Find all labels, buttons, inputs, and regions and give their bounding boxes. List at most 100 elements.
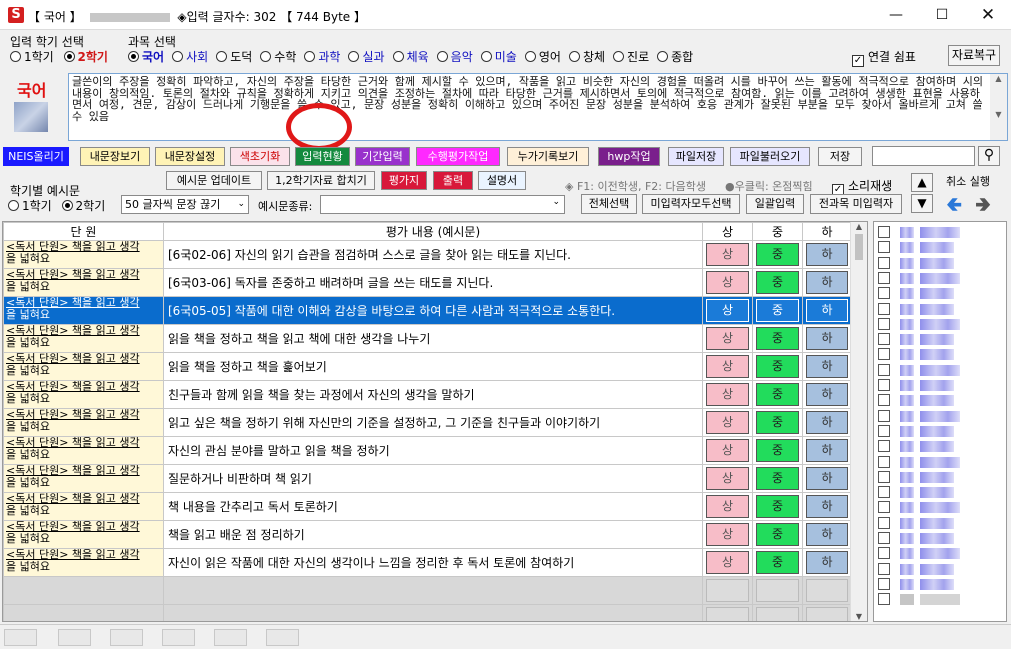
subject-radio-5[interactable]: 실과 [348,48,385,65]
student-checkbox[interactable] [878,379,890,391]
input-status-button[interactable]: 입력현황 [295,147,350,166]
table-row[interactable]: <독서 단원> 책을 읽고 생각 을 넓혀요 질문하거나 비판하며 책 읽기 상 중 하 [3,464,852,493]
select-all-non-input-button[interactable]: 미입력자모두선택 [642,194,740,214]
grade-empty-button[interactable] [706,607,749,621]
subject-radio-0[interactable]: 국어 [128,48,164,65]
eval-sheet-button[interactable]: 평가지 [381,171,427,190]
comment-textarea[interactable]: 글쓴이의 주장을 정확히 파악하고, 자신의 주장을 타당한 근거와 함께 제시… [68,73,1008,141]
maximize-icon[interactable]: ☐ [919,0,965,30]
grade-h-button[interactable]: 하 [806,523,848,546]
grade-h-button[interactable]: 하 [806,551,848,574]
example-sem2-radio[interactable]: 2학기 [61,199,105,213]
save-button[interactable]: 저장 [818,147,862,166]
student-checkbox[interactable] [878,363,890,376]
subject-radio-6[interactable]: 체육 [392,48,429,65]
student-row[interactable] [878,256,1002,271]
grade-j-button[interactable]: 중 [756,523,799,546]
student-row[interactable] [878,271,1002,286]
subject-radio-4[interactable]: 과학 [304,48,340,65]
eval-text-cell[interactable]: 읽을 책을 정하고 책을 읽고 책에 대한 생각을 나누기 [163,324,703,353]
textarea-scrollbar[interactable]: ▲ ▼ [990,74,1007,140]
my-sentence-settings-button[interactable]: 내문장설정 [155,147,225,166]
eval-text-cell[interactable]: 읽고 싶은 책을 정하기 위해 자신만의 기준을 설정하고, 그 기준을 친구들… [163,408,703,437]
eval-text-cell[interactable]: [6국03-06] 독자를 존중하고 배려하며 글을 쓰는 태도를 지닌다. [163,268,703,297]
grade-s-button[interactable]: 상 [706,355,749,378]
undo-arrow-icon[interactable]: 🢀 [946,190,962,224]
student-checkbox[interactable] [878,348,890,361]
example-sem1-radio[interactable]: 1학기 [8,199,52,213]
table-row[interactable]: <독서 단원> 책을 읽고 생각 을 넓혀요 자신의 관심 분야를 말하고 읽을 책… [3,436,852,465]
subject-radio-7[interactable]: 음악 [436,48,473,65]
student-checkbox[interactable] [878,287,890,300]
student-checkbox[interactable] [878,317,890,330]
grade-h-button[interactable]: 하 [806,355,848,378]
grade-empty-button[interactable] [756,607,799,621]
student-checkbox[interactable] [878,394,890,407]
grade-empty-button[interactable] [706,579,749,602]
student-row[interactable] [878,455,1002,470]
print-button[interactable]: 출력 [433,171,473,190]
student-checkbox[interactable] [878,577,890,590]
student-row[interactable] [878,241,1002,255]
grade-h-button[interactable]: 하 [806,467,848,490]
student-checkbox[interactable] [878,532,890,544]
row-up-button[interactable]: ▲ [911,173,933,192]
grade-j-button[interactable]: 중 [756,271,799,294]
search-input[interactable] [872,146,975,166]
restore-button[interactable]: 자료복구 [948,45,1000,66]
grade-h-button[interactable]: 하 [806,243,848,266]
subject-radio-1[interactable]: 사회 [172,48,208,65]
eval-text-cell[interactable]: [6국05-05] 작품에 대한 이해와 감상을 바탕으로 하여 다른 사람과 … [163,296,703,325]
grade-s-button[interactable]: 상 [706,383,749,406]
merge-semesters-button[interactable]: 1,2학기자료 합치기 [267,171,375,190]
row-down-button[interactable]: ▼ [911,194,933,213]
subject-radio-2[interactable]: 도덕 [216,48,252,65]
student-checkbox[interactable] [878,486,890,499]
eval-text-cell[interactable]: [6국02-06] 자신의 읽기 습관을 점검하며 스스로 글을 찾아 읽는 태… [163,240,703,269]
semester-1-radio[interactable]: 1학기 [10,50,54,64]
student-row[interactable] [878,577,1002,592]
student-row[interactable] [878,547,1002,561]
student-row[interactable] [878,379,1002,393]
table-row[interactable]: <독서 단원> 책을 읽고 생각 을 넓혀요 [6국02-06] 자신의 읽기 습관… [3,240,852,269]
grade-s-button[interactable]: 상 [706,243,749,266]
student-row[interactable] [878,501,1002,515]
subject-radio-8[interactable]: 미술 [480,48,517,65]
eval-text-cell[interactable]: 질문하거나 비판하며 책 읽기 [163,464,703,493]
grade-j-button[interactable]: 중 [756,495,799,518]
eval-text-cell[interactable]: 자신의 관심 분야를 말하고 읽을 책을 정하기 [163,436,703,465]
manual-button[interactable]: 설명서 [478,171,526,190]
grade-s-button[interactable]: 상 [706,439,749,462]
grade-j-button[interactable]: 중 [756,551,799,574]
grade-h-button[interactable]: 하 [806,299,848,322]
student-checkbox[interactable] [878,593,890,606]
search-button[interactable]: ⚲ [978,146,1000,166]
eval-text-cell[interactable]: 책 내용을 간추리고 독서 토론하기 [163,492,703,521]
student-checkbox[interactable] [878,241,890,254]
view-my-sentences-button[interactable]: 내문장보기 [80,147,150,166]
student-checkbox[interactable] [878,501,890,514]
sentence-truncate-select[interactable]: 50 글자씩 문장 끊기 ⌄ [121,195,249,214]
student-row[interactable] [878,440,1002,454]
student-row[interactable] [878,302,1002,317]
student-row[interactable] [878,593,1002,607]
table-row[interactable]: <독서 단원> 책을 읽고 생각 을 넓혀요 친구들과 함께 읽을 책을 찾는 과정… [3,380,852,409]
student-checkbox[interactable] [878,455,890,468]
bulk-input-button[interactable]: 일괄입력 [746,194,804,214]
grade-s-button[interactable]: 상 [706,523,749,546]
eval-text-cell[interactable]: 읽을 책을 정하고 책을 훑어보기 [163,352,703,381]
grade-h-button[interactable]: 하 [806,439,848,462]
grade-j-button[interactable]: 중 [756,411,799,434]
student-checkbox[interactable] [878,302,890,315]
subject-radio-3[interactable]: 수학 [260,48,296,65]
grade-h-button[interactable]: 하 [806,327,848,350]
grade-s-button[interactable]: 상 [706,327,749,350]
grade-empty-button[interactable] [806,579,848,602]
student-checkbox[interactable] [878,440,890,453]
student-row[interactable] [878,333,1002,347]
eval-text-cell[interactable]: 자신이 읽은 작품에 대한 자신의 생각이나 느낌을 정리한 후 독서 토론에 … [163,548,703,577]
hwp-work-button[interactable]: hwp작업 [598,147,660,166]
table-row[interactable]: <독서 단원> 책을 읽고 생각 을 넓혀요 책을 읽고 배운 점 정리하기 상 중 하 [3,520,852,549]
student-checkbox[interactable] [878,333,890,346]
grade-j-button[interactable]: 중 [756,439,799,462]
